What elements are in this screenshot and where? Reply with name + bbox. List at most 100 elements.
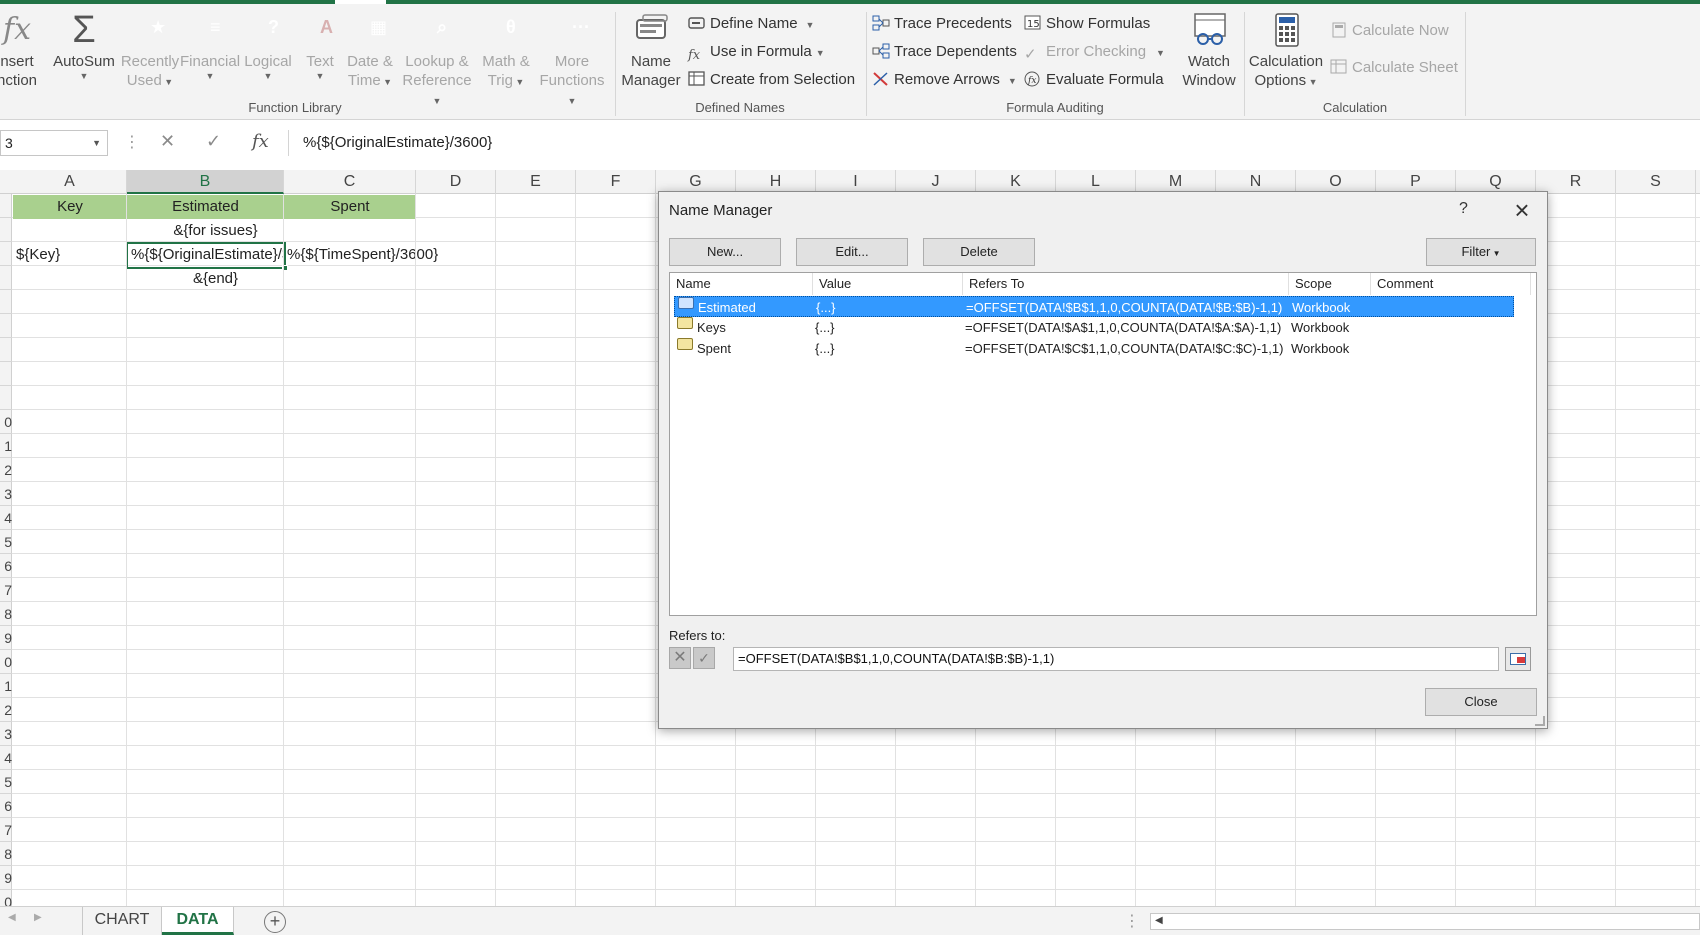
text-button[interactable]: A Text ▼ [300,12,340,82]
row-header[interactable] [0,314,12,338]
row-header[interactable]: 7 [0,818,12,842]
trace-dependents-button[interactable]: Trace Dependents [872,41,1017,63]
cell-a3[interactable]: ${Key} [16,243,126,267]
scroll-left-icon[interactable]: ◀ [1155,915,1163,926]
column-header-a[interactable]: A [13,170,127,194]
evaluate-formula-button[interactable]: fx Evaluate Formula [1024,69,1164,91]
row-header[interactable]: 7 [0,578,12,602]
row-header[interactable]: 1 [0,674,12,698]
row-header[interactable]: 8 [0,842,12,866]
column-header-refers-to[interactable]: Refers To [963,273,1289,295]
scroll-right-icon[interactable]: ▶ [34,912,42,923]
logical-button[interactable]: ? Logical ▼ [240,12,296,82]
error-checking-button[interactable]: ✓ Error Checking ▼ [1024,41,1165,63]
row-header[interactable]: 0 [0,650,12,674]
confirm-edit-icon[interactable]: ✓ [693,647,715,669]
autosum-button[interactable]: Σ AutoSum ▼ [52,11,116,81]
name-row-spent[interactable]: Spent {...} =OFFSET(DATA!$C$1,1,0,COUNTA… [674,338,1514,359]
insert-function-button[interactable]: fx nsert nction [0,12,42,90]
vertical-dots-icon[interactable]: ⋮ [1124,911,1140,931]
row-header[interactable] [0,386,12,410]
column-header-name[interactable]: Name [670,273,813,295]
row-header[interactable] [0,266,12,290]
show-formulas-button[interactable]: 15 Show Formulas [1024,13,1150,35]
vertical-dots-icon[interactable]: ⋮ [124,132,140,152]
row-header[interactable]: 9 [0,866,12,890]
cell-c1[interactable]: Spent [284,195,416,219]
edit-button[interactable]: Edit... [796,238,908,266]
row-header[interactable] [0,290,12,314]
column-header-b[interactable]: B [127,170,284,194]
column-header-scope[interactable]: Scope [1289,273,1371,295]
cell-b1[interactable]: Estimated [127,195,284,219]
remove-arrows-button[interactable]: Remove Arrows ▼ [872,69,1017,91]
define-name-button[interactable]: Define Name ▼ [688,13,814,35]
cell-a1[interactable]: Key [13,195,127,219]
delete-button[interactable]: Delete [923,238,1035,266]
row-header[interactable]: 6 [0,794,12,818]
add-sheet-icon[interactable]: + [264,911,286,933]
cancel-icon[interactable]: ✕ [160,131,175,152]
use-in-formula-button[interactable]: fx Use in Formula ▼ [688,41,825,63]
row-header[interactable]: 3 [0,482,12,506]
new-button[interactable]: New... [669,238,781,266]
column-header-s[interactable]: S [1616,170,1696,194]
name-row-estimated[interactable]: Estimated {...} =OFFSET(DATA!$B$1,1,0,CO… [674,296,1514,317]
more-functions-button[interactable]: ··· More Functions ▼ [534,12,610,109]
math-trig-button[interactable]: θ Math & Trig ▼ [476,12,536,90]
row-header[interactable]: 8 [0,602,12,626]
calculate-now-button[interactable]: Calculate Now [1330,20,1449,42]
names-list[interactable]: Name Value Refers To Scope Comment Estim… [669,272,1537,616]
tab-chart[interactable]: CHART [82,907,162,935]
resize-grip-icon[interactable] [1535,716,1545,726]
trace-precedents-button[interactable]: Trace Precedents [872,13,1012,35]
recently-used-button[interactable]: ★ Recently Used ▼ [118,12,182,90]
column-header-r[interactable]: R [1536,170,1616,194]
column-header-f[interactable]: F [576,170,656,194]
refers-to-input[interactable]: =OFFSET(DATA!$B$1,1,0,COUNTA(DATA!$B:$B)… [733,647,1499,671]
date-time-button[interactable]: ▦ Date & Time ▼ [342,12,398,90]
row-header[interactable]: 0 [0,890,12,906]
filter-button[interactable]: Filter ▼ [1426,238,1536,266]
calculate-sheet-button[interactable]: Calculate Sheet [1330,57,1458,79]
column-header-e[interactable]: E [496,170,576,194]
horizontal-scrollbar[interactable]: ◀ [1150,913,1700,930]
cell-c3[interactable]: %{${TimeSpent}/3600} [287,243,487,267]
row-header[interactable] [0,242,12,266]
row-header[interactable]: 4 [0,506,12,530]
insert-function-icon[interactable]: fx [252,131,269,152]
column-header-d[interactable]: D [416,170,496,194]
tab-data[interactable]: DATA [162,907,234,935]
close-icon[interactable]: × [1507,195,1537,226]
row-header[interactable]: 2 [0,698,12,722]
row-header[interactable] [0,362,12,386]
column-header-comment[interactable]: Comment [1371,273,1531,295]
row-header[interactable] [0,338,12,362]
row-header[interactable] [0,218,12,242]
row-header[interactable]: 5 [0,530,12,554]
name-row-keys[interactable]: Keys {...} =OFFSET(DATA!$A$1,1,0,COUNTA(… [674,317,1514,338]
calculation-options-button[interactable]: Calculation Options ▼ [1248,12,1324,90]
chevron-down-icon[interactable]: ▼ [92,131,101,155]
row-header[interactable]: 6 [0,554,12,578]
watch-window-button[interactable]: Watch Window [1180,12,1238,90]
close-button[interactable]: Close [1425,688,1537,716]
row-header[interactable]: 0 [0,410,12,434]
create-from-selection-button[interactable]: Create from Selection [688,69,855,91]
cancel-edit-icon[interactable]: ✕ [669,647,691,669]
row-header[interactable]: 3 [0,722,12,746]
row-header[interactable]: 2 [0,458,12,482]
row-header[interactable] [0,194,12,218]
enter-check-icon[interactable]: ✓ [206,131,221,152]
name-manager-button[interactable]: Name Manager [620,12,682,90]
row-header[interactable]: 5 [0,770,12,794]
name-box[interactable]: 3 ▼ [0,130,108,156]
row-header[interactable]: 1 [0,434,12,458]
financial-button[interactable]: ≡ Financial ▼ [180,12,240,82]
row-header[interactable]: 9 [0,626,12,650]
cell-b4[interactable]: &{end} [128,267,303,291]
formula-input[interactable]: %{${OriginalEstimate}/3600} [288,130,1700,156]
row-header[interactable]: 4 [0,746,12,770]
help-icon[interactable]: ? [1459,200,1468,218]
column-header-c[interactable]: C [284,170,416,194]
